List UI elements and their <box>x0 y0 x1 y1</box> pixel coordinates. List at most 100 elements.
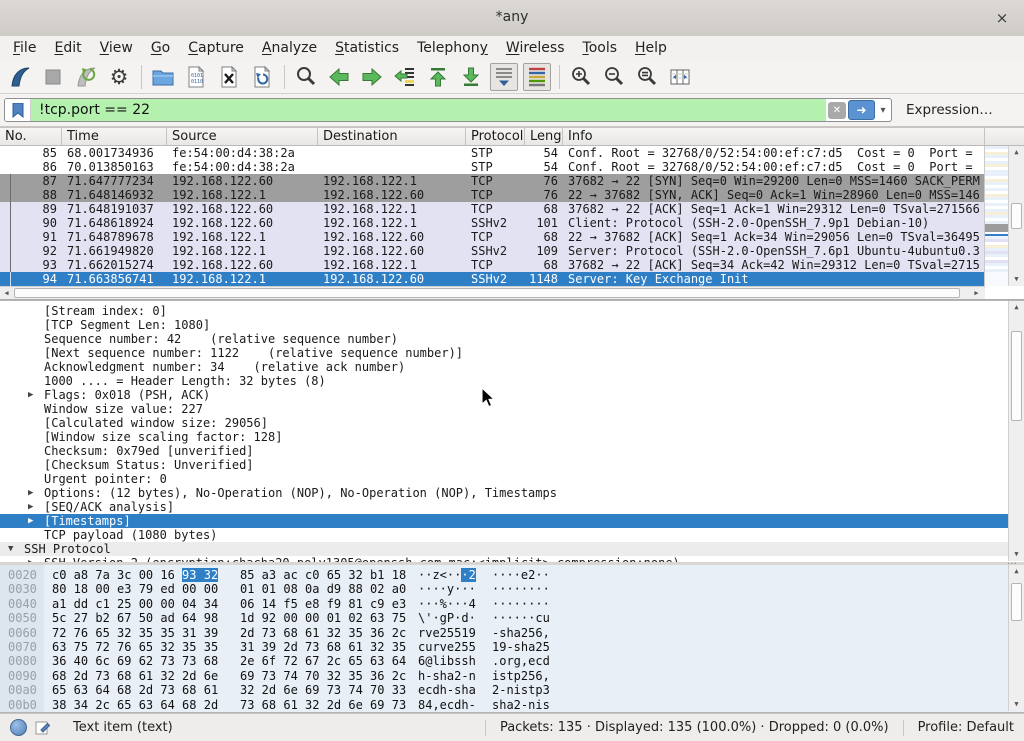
tree-item[interactable]: ▶[SEQ/ACK analysis] <box>0 500 1024 514</box>
hex-row-0080[interactable]: 008036 40 6c 69 62 73 73 682e 6f 72 67 2… <box>0 654 1024 668</box>
scroll-down-icon[interactable]: ▼ <box>1009 273 1024 286</box>
tree-item[interactable]: [TCP Segment Len: 1080] <box>0 318 1024 332</box>
start-capture-button[interactable] <box>6 63 34 91</box>
packet-row-90[interactable]: 9071.648618924192.168.122.60192.168.122.… <box>0 216 1024 230</box>
auto-scroll-button[interactable] <box>490 63 518 91</box>
tree-item[interactable]: TCP payload (1080 bytes) <box>0 528 1024 542</box>
tree-item[interactable]: [Window size scaling factor: 128] <box>0 430 1024 444</box>
tree-item[interactable]: [Checksum Status: Unverified] <box>0 458 1024 472</box>
tree-item[interactable]: 1000 .... = Header Length: 32 bytes (8) <box>0 374 1024 388</box>
packet-row-86[interactable]: 8670.013850163fe:54:00:d4:38:2aSTP54Conf… <box>0 160 1024 174</box>
tree-item[interactable]: Window size value: 227 <box>0 402 1024 416</box>
go-back-button[interactable] <box>325 63 353 91</box>
hex-row-0050[interactable]: 00505c 27 b2 67 50 ad 64 981d 92 00 00 0… <box>0 611 1024 625</box>
menu-wireless[interactable]: Wireless <box>497 38 574 58</box>
hex-row-00a0[interactable]: 00a065 63 64 68 2d 73 68 6132 2d 6e 69 7… <box>0 683 1024 697</box>
close-button[interactable]: × <box>992 8 1012 28</box>
menu-view[interactable]: View <box>91 38 142 58</box>
titlebar[interactable]: *any × <box>0 0 1024 37</box>
scrollbar-thumb[interactable] <box>1011 203 1022 229</box>
capture-comment-icon[interactable] <box>35 720 51 736</box>
expand-icon[interactable]: ▶ <box>28 388 33 402</box>
column-header-destination[interactable]: Destination <box>318 128 466 145</box>
column-header-source[interactable]: Source <box>167 128 318 145</box>
zoom-original-button[interactable] <box>633 63 661 91</box>
scroll-up-icon[interactable]: ▲ <box>1009 301 1024 314</box>
column-header-protocol[interactable]: Protocol <box>466 128 525 145</box>
column-header-length[interactable]: Length <box>525 128 563 145</box>
save-file-button[interactable]: 01010110 <box>182 63 210 91</box>
expand-icon[interactable]: ▶ <box>28 500 33 514</box>
profile-label[interactable]: Profile: Default <box>918 720 1014 735</box>
expert-info-icon[interactable] <box>10 719 27 736</box>
tree-item[interactable]: Acknowledgment number: 34 (relative ack … <box>0 360 1024 374</box>
close-file-button[interactable] <box>215 63 243 91</box>
tree-item[interactable]: Checksum: 0x79ed [unverified] <box>0 444 1024 458</box>
colorize-button[interactable] <box>523 63 551 91</box>
tree-item[interactable]: ▶Flags: 0x018 (PSH, ACK) <box>0 388 1024 402</box>
hex-scrollbar[interactable]: ▲ ▼ <box>1008 565 1024 711</box>
hex-row-0070[interactable]: 007063 75 72 76 65 32 35 3531 39 2d 73 6… <box>0 640 1024 654</box>
filter-bookmark-button[interactable] <box>5 99 31 121</box>
hex-row-00b0[interactable]: 00b038 34 2c 65 63 64 68 2d73 68 61 32 2… <box>0 698 1024 712</box>
open-file-button[interactable] <box>149 63 177 91</box>
go-first-packet-button[interactable] <box>424 63 452 91</box>
packet-row-85[interactable]: 8568.001734936fe:54:00:d4:38:2aSTP54Conf… <box>0 146 1024 160</box>
expression-button[interactable]: Expression… <box>906 102 993 118</box>
restart-capture-button[interactable] <box>72 63 100 91</box>
packet-row-88[interactable]: 8871.648146932192.168.122.1192.168.122.6… <box>0 188 1024 202</box>
tree-item[interactable]: ▶Options: (12 bytes), No-Operation (NOP)… <box>0 486 1024 500</box>
column-header-info[interactable]: Info <box>563 128 985 145</box>
capture-options-button[interactable]: ⚙ <box>105 63 133 91</box>
hex-row-0020[interactable]: 0020c0 a8 7a 3c 00 16 93 3285 a3 ac c0 6… <box>0 568 1024 582</box>
scroll-up-icon[interactable]: ▲ <box>1009 146 1024 159</box>
packet-row-93[interactable]: 9371.662015274192.168.122.60192.168.122.… <box>0 258 1024 272</box>
expand-icon[interactable]: ▶ <box>28 486 33 500</box>
tree-item[interactable]: [Calculated window size: 29056] <box>0 416 1024 430</box>
filter-history-dropdown[interactable]: ▾ <box>875 105 891 116</box>
packet-row-87[interactable]: 8771.647777234192.168.122.60192.168.122.… <box>0 174 1024 188</box>
scroll-up-icon[interactable]: ▲ <box>1009 565 1024 578</box>
scroll-left-icon[interactable]: ◀ <box>0 287 13 299</box>
hex-row-0060[interactable]: 006072 76 65 32 35 35 31 392d 73 68 61 3… <box>0 626 1024 640</box>
tree-item[interactable]: ▼SSH Protocol <box>0 542 1024 556</box>
hex-row-0090[interactable]: 009068 2d 73 68 61 32 2d 6e69 73 74 70 3… <box>0 669 1024 683</box>
zoom-in-button[interactable] <box>567 63 595 91</box>
packet-row-94[interactable]: 9471.663856741192.168.122.1192.168.122.6… <box>0 272 1024 286</box>
column-header-time[interactable]: Time <box>62 128 167 145</box>
scroll-down-icon[interactable]: ▼ <box>1009 698 1024 711</box>
packet-row-91[interactable]: 9171.648789678192.168.122.1192.168.122.6… <box>0 230 1024 244</box>
menu-file[interactable]: File <box>4 38 45 58</box>
go-to-packet-button[interactable] <box>391 63 419 91</box>
packet-row-92[interactable]: 9271.661949820192.168.122.1192.168.122.6… <box>0 244 1024 258</box>
filter-apply-button[interactable]: ➜ <box>848 100 875 120</box>
zoom-out-button[interactable] <box>600 63 628 91</box>
scrollbar-thumb[interactable] <box>1011 331 1022 421</box>
packet-row-89[interactable]: 8971.648191037192.168.122.60192.168.122.… <box>0 202 1024 216</box>
hex-row-0030[interactable]: 003080 18 00 e3 79 ed 00 0001 01 08 0a d… <box>0 582 1024 596</box>
expand-icon[interactable]: ▶ <box>28 514 33 528</box>
reload-file-button[interactable] <box>248 63 276 91</box>
packet-list-hscrollbar[interactable]: ◀ ▶ <box>0 286 985 299</box>
menu-tools[interactable]: Tools <box>574 38 627 58</box>
details-scrollbar[interactable]: ▲ ▼ <box>1008 301 1024 561</box>
go-forward-button[interactable] <box>358 63 386 91</box>
menu-telephony[interactable]: Telephony <box>408 38 497 58</box>
tree-item[interactable]: [Stream index: 0] <box>0 304 1024 318</box>
menu-analyze[interactable]: Analyze <box>253 38 326 58</box>
display-filter-box[interactable]: !tcp.port == 22 ✕ ➜ ▾ <box>4 98 892 122</box>
menu-go[interactable]: Go <box>142 38 179 58</box>
collapse-icon[interactable]: ▼ <box>8 542 13 556</box>
menu-statistics[interactable]: Statistics <box>326 38 408 58</box>
add-filter-button[interactable]: + <box>1019 101 1024 120</box>
scroll-right-icon[interactable]: ▶ <box>970 287 983 299</box>
go-last-packet-button[interactable] <box>457 63 485 91</box>
column-header-no[interactable]: No. <box>0 128 62 145</box>
hex-row-0040[interactable]: 0040a1 dd c1 25 00 00 04 3406 14 f5 e8 f… <box>0 597 1024 611</box>
tree-item[interactable]: [Next sequence number: 1122 (relative se… <box>0 346 1024 360</box>
find-packet-button[interactable] <box>292 63 320 91</box>
intelligent-scrollbar[interactable] <box>984 146 1008 286</box>
menu-edit[interactable]: Edit <box>45 38 90 58</box>
packet-list-scrollbar[interactable]: ▲ ▼ <box>1008 146 1024 286</box>
tree-item[interactable]: Urgent pointer: 0 <box>0 472 1024 486</box>
